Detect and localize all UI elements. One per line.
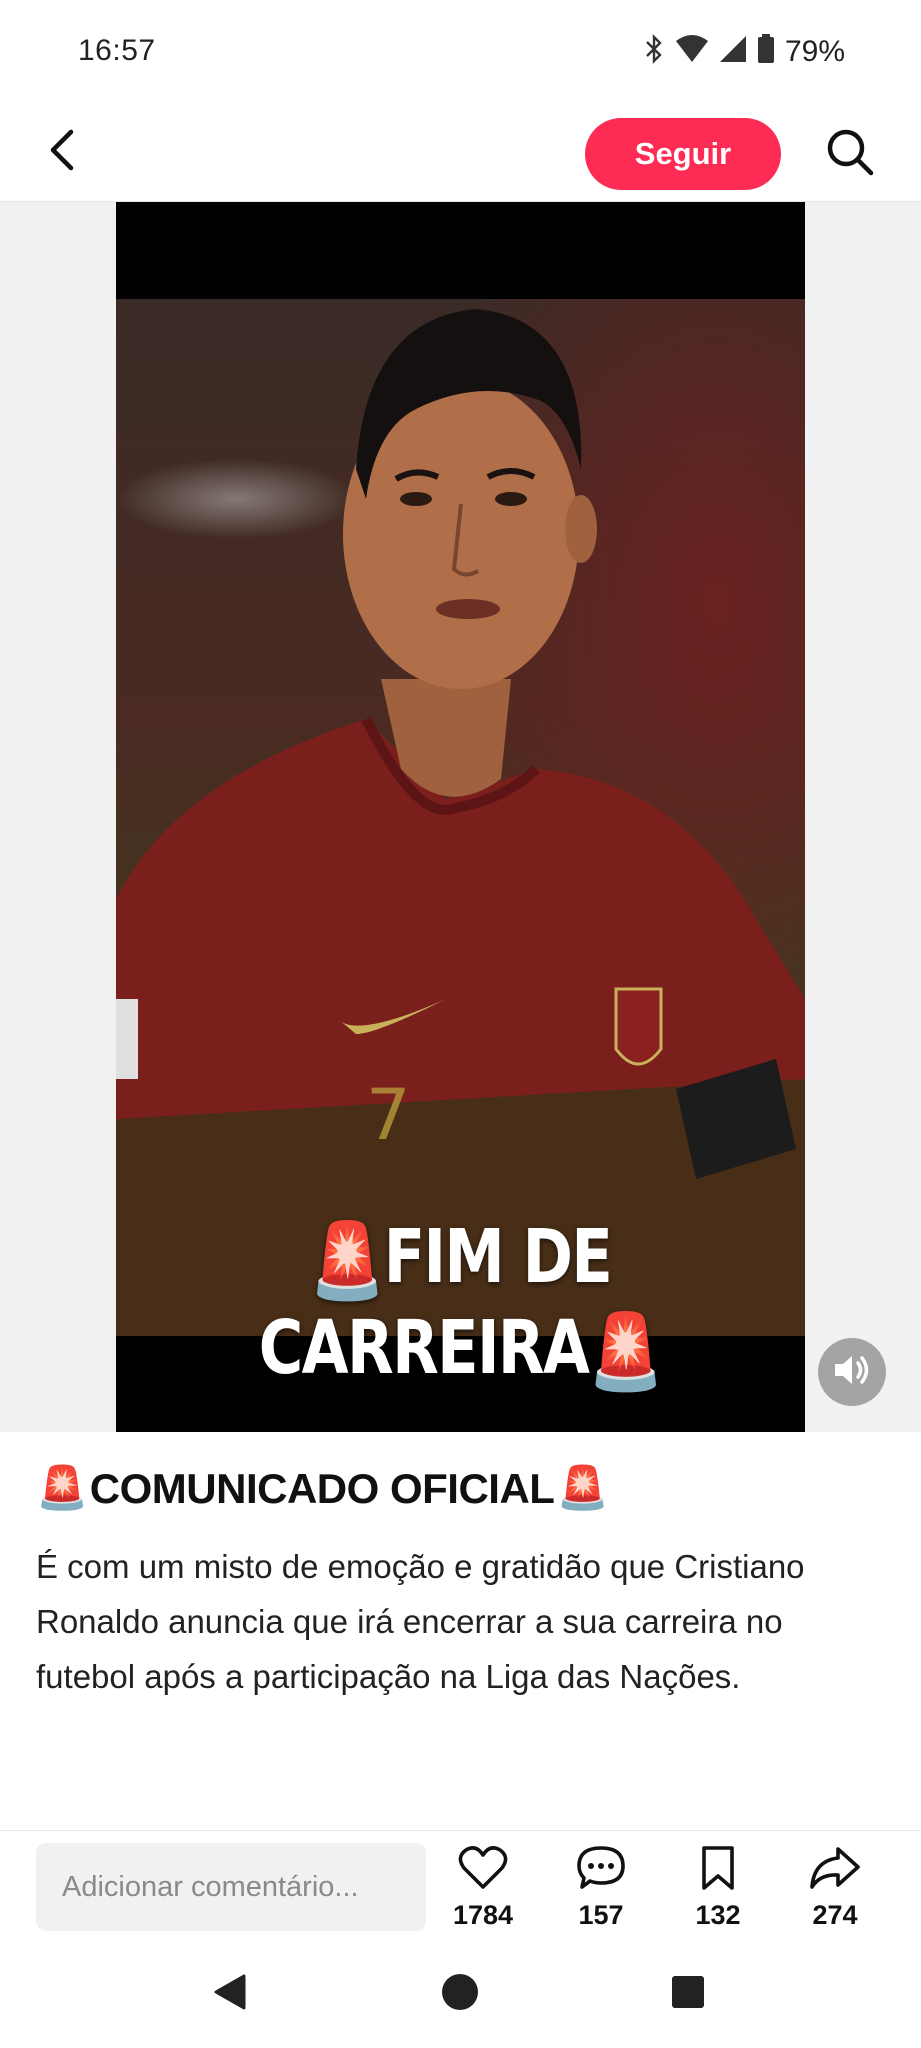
player-photo: 7 <box>116 299 805 1336</box>
share-arrow-icon <box>808 1845 862 1896</box>
status-bar: 16:57 79% <box>0 0 921 104</box>
share-count: 274 <box>812 1900 858 1930</box>
nav-recents-button[interactable] <box>664 1970 712 2018</box>
search-icon <box>825 127 875 182</box>
siren-emoji: 🚨 <box>309 1217 386 1304</box>
nav-back-button[interactable] <box>206 1970 254 2018</box>
like-button[interactable]: 1784 <box>438 1845 528 1937</box>
media-area: 7 🚨FIM DE CARREIRA🚨 <box>0 202 921 1432</box>
recents-square-icon <box>668 1972 708 2017</box>
overlay-text: 🚨FIM DE CARREIRA🚨 <box>178 1214 743 1396</box>
bookmark-icon <box>698 1845 738 1896</box>
like-count: 1784 <box>452 1900 514 1930</box>
speaker-icon <box>832 1352 872 1393</box>
comment-bar: 1784 157 132 274 <box>0 1830 921 1940</box>
sound-button[interactable] <box>818 1338 886 1406</box>
back-button[interactable] <box>36 126 88 178</box>
wifi-icon <box>675 35 709 68</box>
caption-body: É com um misto de emoção e gratidão que … <box>36 1548 805 1695</box>
post-caption: 🚨 COMUNICADO OFICIAL 🚨 É com um misto de e… <box>36 1464 886 1704</box>
siren-emoji: 🚨 <box>556 1464 609 1511</box>
back-triangle-icon <box>210 1972 250 2017</box>
system-nav-bar <box>0 1940 921 2048</box>
caption-title: 🚨 COMUNICADO OFICIAL 🚨 <box>36 1464 886 1513</box>
battery-percent: 79% <box>784 34 845 68</box>
search-button[interactable] <box>822 126 878 182</box>
cell-signal-icon <box>719 35 747 68</box>
comment-button[interactable]: 157 <box>556 1845 646 1937</box>
siren-emoji: 🚨 <box>588 1308 664 1395</box>
home-circle-icon <box>440 1972 480 2017</box>
back-arrow-icon <box>47 128 77 177</box>
battery-icon <box>757 34 775 69</box>
caption-title-text: COMUNICADO OFICIAL <box>89 1464 555 1512</box>
comment-bubble-icon <box>576 1845 626 1896</box>
svg-text:7: 7 <box>366 1074 411 1156</box>
comment-input[interactable] <box>36 1843 426 1931</box>
top-nav: Seguir <box>0 104 921 202</box>
comment-count: 157 <box>578 1900 624 1930</box>
status-time: 16:57 <box>78 34 156 67</box>
status-icons: 79% <box>643 34 845 69</box>
nav-home-button[interactable] <box>436 1970 484 2018</box>
share-button[interactable]: 274 <box>790 1845 880 1937</box>
save-count: 132 <box>695 1900 741 1930</box>
siren-emoji: 🚨 <box>36 1464 88 1511</box>
video-player[interactable]: 7 🚨FIM DE CARREIRA🚨 <box>116 202 805 1432</box>
heart-icon <box>458 1845 508 1896</box>
bluetooth-icon <box>643 34 665 69</box>
save-button[interactable]: 132 <box>673 1845 763 1937</box>
follow-button[interactable]: Seguir <box>585 118 781 190</box>
